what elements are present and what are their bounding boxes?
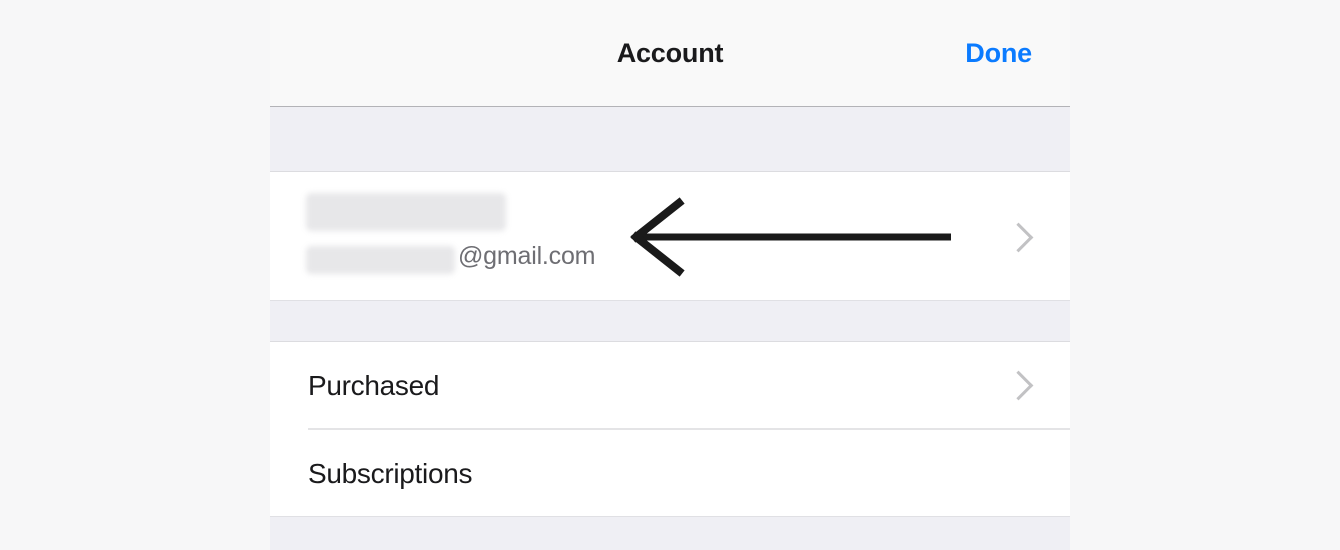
done-button[interactable]: Done [965,0,1032,106]
account-settings-panel: Account Done @gmail.com Purchased Subscr… [270,0,1070,550]
list-item-subscriptions[interactable]: Subscriptions [270,430,1070,550]
account-section: @gmail.com [270,172,1070,300]
list-item-purchased[interactable]: Purchased [270,342,1070,430]
page-title: Account [616,38,724,68]
chevron-right-icon [1003,370,1034,401]
redacted-email-prefix [306,246,455,274]
list-item-label: Purchased [308,370,440,401]
section-gap-top [270,107,1070,172]
account-row[interactable]: @gmail.com [270,172,1070,300]
section-gap-bottom [270,516,1070,550]
chevron-right-icon [1003,222,1034,253]
navigation-bar: Account Done [270,0,1070,107]
library-links-section: Purchased Subscriptions [270,342,1070,550]
email-domain-text: @gmail.com [458,242,596,270]
list-item-label: Subscriptions [308,458,473,489]
section-gap-middle [270,300,1070,342]
redacted-account-name [306,193,506,231]
